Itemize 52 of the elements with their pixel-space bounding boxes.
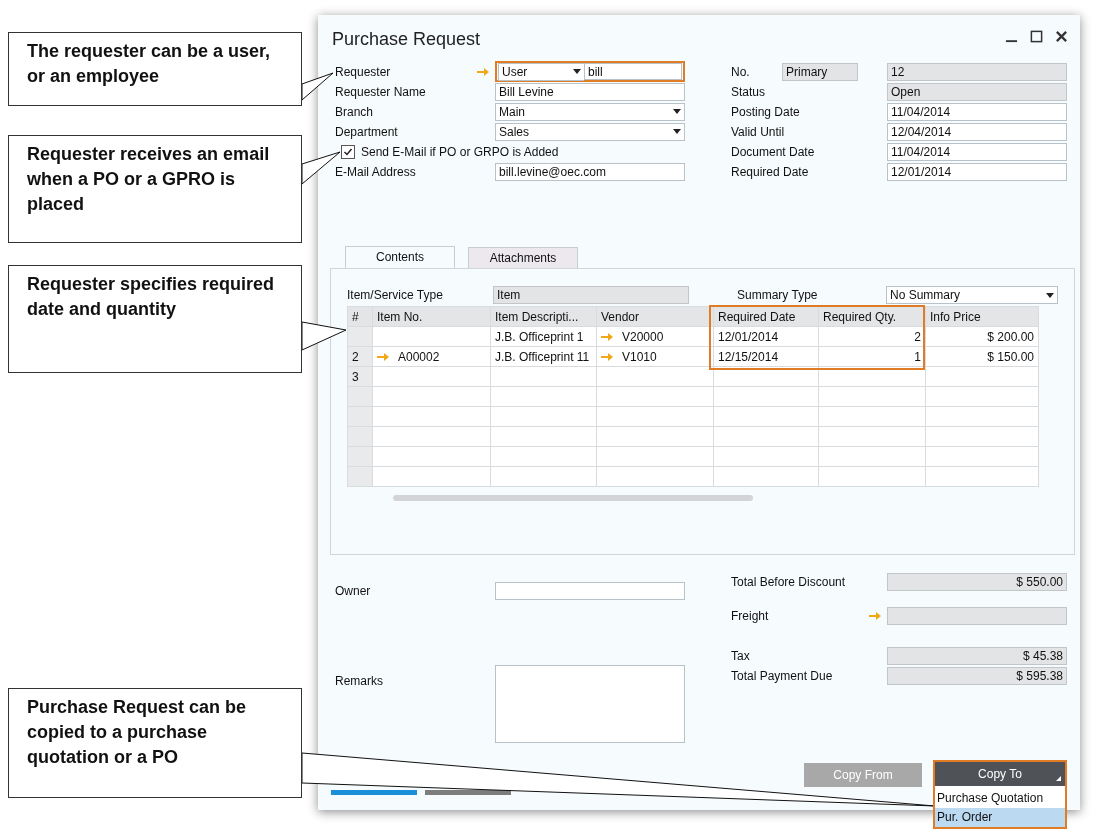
field-label: No. bbox=[731, 64, 751, 79]
field-label: Valid Until bbox=[731, 124, 786, 139]
callout-box: Requester receives an email when a PO or a GPRO is placed bbox=[8, 135, 302, 243]
total-field: $ 595.38 bbox=[887, 667, 1067, 685]
field-label: Department bbox=[335, 124, 399, 139]
callout-box: The requester can be a user, or an employee bbox=[8, 32, 302, 106]
total-label: Total Payment Due bbox=[731, 669, 834, 683]
column-header[interactable]: Item Descripti... bbox=[490, 306, 597, 327]
column-header[interactable]: Item No. bbox=[372, 306, 491, 327]
total-label: Tax bbox=[731, 649, 751, 663]
field-label: Document Date bbox=[731, 144, 816, 159]
row-number: 3 bbox=[347, 366, 373, 387]
text-field[interactable]: 12/04/2014 bbox=[887, 122, 1067, 141]
requester-type-dropdown[interactable]: User bbox=[498, 62, 584, 81]
text-field[interactable]: 11/04/2014 bbox=[887, 142, 1067, 161]
field-label: Remarks bbox=[335, 674, 384, 690]
tab[interactable]: Contents bbox=[345, 246, 455, 268]
field-label: Required Date bbox=[731, 164, 810, 179]
field-label: Status bbox=[731, 84, 767, 99]
field-label: E-Mail Address bbox=[335, 164, 417, 179]
field-label: Summary Type bbox=[737, 288, 819, 302]
row-number: 2 bbox=[347, 346, 373, 367]
tab[interactable]: Attachments bbox=[468, 247, 578, 268]
item-type-field: Item bbox=[493, 286, 689, 304]
text-field[interactable]: 11/04/2014 bbox=[887, 102, 1067, 121]
text-field[interactable]: 12/01/2014 bbox=[887, 162, 1067, 181]
callout-box: Requester specifies required date and quantity bbox=[8, 265, 302, 373]
field-label: Owner bbox=[335, 584, 372, 598]
column-header[interactable]: # bbox=[347, 306, 373, 327]
column-header[interactable]: Info Price bbox=[925, 306, 1039, 327]
field-label: Branch bbox=[335, 104, 375, 119]
menu-item[interactable]: Pur. Order bbox=[935, 808, 1065, 827]
dropdown[interactable]: Main bbox=[495, 102, 685, 121]
total-label: Total Before Discount bbox=[731, 575, 847, 589]
window-title: Purchase Request bbox=[332, 28, 481, 50]
total-field: $ 550.00 bbox=[887, 573, 1067, 591]
field-label: Requester Name bbox=[335, 84, 427, 99]
total-label: Freight bbox=[731, 609, 770, 623]
field-label: Requester bbox=[335, 64, 392, 79]
copy-to-button[interactable]: Copy To bbox=[935, 762, 1065, 786]
menu-item[interactable]: Purchase Quotation bbox=[935, 789, 1065, 808]
dropdown[interactable]: Sales bbox=[495, 122, 685, 141]
callout-box: Purchase Request can be copied to a purchase quotation or a PO bbox=[8, 688, 302, 798]
summary-type-dropdown[interactable]: No Summary bbox=[886, 286, 1058, 304]
checkbox-label: Send E-Mail if PO or GRPO is Added bbox=[361, 144, 559, 159]
field-label: Posting Date bbox=[731, 104, 801, 119]
field-label: Item/Service Type bbox=[347, 288, 444, 302]
total-field: $ 45.38 bbox=[887, 647, 1067, 665]
requester-code-field[interactable]: bill bbox=[584, 63, 682, 80]
text-field[interactable]: Bill Levine bbox=[495, 82, 685, 101]
text-field[interactable]: bill.levine@oec.com bbox=[495, 162, 685, 181]
column-header[interactable]: Vendor bbox=[596, 306, 714, 327]
